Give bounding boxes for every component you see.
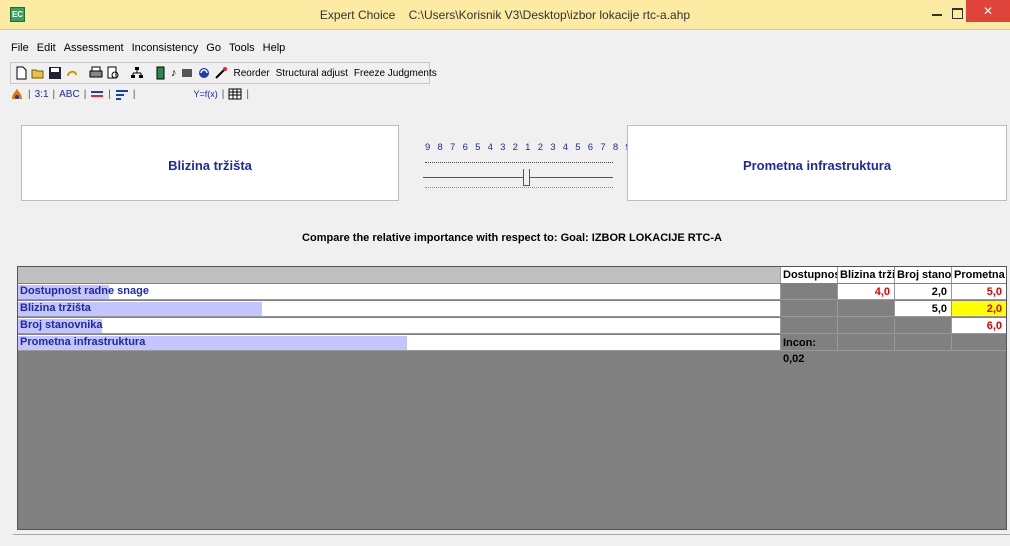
minimize-button[interactable] (930, 6, 944, 20)
file-path: C:\Users\Korisnik V3\Desktop\izbor lokac… (408, 8, 691, 22)
print-icon[interactable] (89, 66, 103, 80)
scale-ticks-top (425, 162, 613, 166)
row-label-text: Prometna infrastruktura (20, 336, 146, 348)
right-element-box[interactable]: Prometna infrastruktura (627, 125, 1007, 201)
matrix-cell (837, 301, 894, 317)
column-header[interactable]: Blizina trži (837, 267, 894, 283)
row-label[interactable]: Blizina tržišta (18, 301, 780, 317)
numerical-mode-button[interactable]: 3:1 (35, 89, 49, 100)
open-folder-icon[interactable] (31, 66, 45, 80)
status-bar (13, 534, 1010, 546)
toolbar-separator: | (132, 88, 136, 100)
right-element-label: Prometna infrastruktura (742, 158, 892, 173)
matrix-cell (951, 335, 1006, 351)
toolbar-separator: | (221, 88, 225, 100)
toolbar-separator: | (83, 88, 87, 100)
questionnaire-mode-icon[interactable] (115, 87, 129, 101)
matrix-cell (780, 284, 837, 300)
row-label-text: Dostupnost radne snage (20, 285, 149, 297)
comparison-scale[interactable]: 9 8 7 6 5 4 3 2 1 2 3 4 5 6 7 8 9 (405, 125, 631, 201)
left-element-label: Blizina tržišta (168, 158, 252, 173)
formula-mode-button[interactable]: Y=f(x) (194, 89, 218, 99)
sync-icon[interactable] (197, 66, 211, 80)
hierarchy-icon[interactable] (130, 66, 144, 80)
undo-icon[interactable] (65, 66, 79, 80)
note-icon[interactable]: ♪ (171, 66, 177, 80)
formula-mode-label: Y=f(x) (193, 89, 218, 99)
toolbar-separator: | (52, 88, 56, 100)
row-label[interactable]: Prometna infrastruktura (18, 335, 780, 351)
menu-file[interactable]: File (10, 42, 30, 58)
matrix-cell-selected[interactable]: 2,0 (951, 301, 1006, 317)
data-grid-icon[interactable] (154, 66, 168, 80)
graphical-mode-icon[interactable] (90, 87, 104, 101)
inconsistency-ratio: Incon: 0,02 (780, 335, 837, 365)
column-header[interactable]: Broj stanov (894, 267, 951, 283)
menu-go[interactable]: Go (205, 42, 222, 58)
matrix-cell[interactable]: 2,0 (894, 284, 951, 300)
app-name: Expert Choice (319, 8, 396, 22)
matrix-header: Dostupnos Blizina trži Broj stanov Prome… (18, 267, 1006, 283)
menu-bar: File Edit Assessment Inconsistency Go To… (10, 42, 286, 58)
toolbar-separator: | (246, 88, 249, 100)
close-button[interactable]: ✕ (966, 0, 1010, 22)
save-icon[interactable] (48, 66, 62, 80)
scale-track (423, 177, 613, 178)
magic-wand-icon[interactable] (214, 66, 228, 80)
matrix-row: Blizina tržišta 5,0 2,0 (18, 301, 1006, 317)
main-toolbar: ♪ Reorder Structural adjust Freeze Judgm… (10, 62, 437, 84)
row-label-text: Broj stanovnika (20, 319, 103, 331)
column-header[interactable]: Dostupnos (780, 267, 837, 283)
matrix-cell (894, 318, 951, 334)
table-icon[interactable] (228, 87, 242, 101)
freeze-judgments-button[interactable]: Freeze Judgments (354, 68, 437, 79)
matrix-row: Dostupnost radne snage 4,0 2,0 5,0 (18, 284, 1006, 300)
reorder-button[interactable]: Reorder (234, 68, 270, 79)
row-label[interactable]: Broj stanovnika (18, 318, 780, 334)
matrix-cell (894, 335, 951, 351)
scale-numbers: 9 8 7 6 5 4 3 2 1 2 3 4 5 6 7 8 9 (425, 142, 633, 153)
matrix-cell[interactable]: 4,0 (837, 284, 894, 300)
matrix-cell (837, 335, 894, 351)
verbal-mode-button[interactable]: ABC (59, 89, 80, 100)
row-label-text: Blizina tržišta (20, 302, 91, 314)
mode-toolbar: | 3:1 | ABC | | | Y=f(x) | | (10, 85, 310, 103)
print-preview-icon[interactable] (106, 66, 120, 80)
matrix-row: Prometna infrastruktura Incon: 0,02 (18, 335, 1006, 365)
row-label[interactable]: Dostupnost radne snage (18, 284, 780, 300)
numerical-mode-label: 3:1 (34, 88, 49, 100)
toolbar-separator: | (108, 88, 111, 100)
matrix-cell (780, 301, 837, 317)
comparison-matrix: Dostupnos Blizina trži Broj stanov Prome… (17, 266, 1007, 530)
scale-slider-thumb[interactable] (523, 169, 530, 186)
matrix-cell[interactable]: 5,0 (951, 284, 1006, 300)
structural-adjust-button[interactable]: Structural adjust (276, 68, 348, 79)
menu-assessment[interactable]: Assessment (63, 42, 125, 58)
pairwise-comparison-panel: Blizina tržišta 9 8 7 6 5 4 3 2 1 2 3 4 … (13, 120, 1007, 212)
column-header[interactable]: Prometna i (951, 267, 1006, 283)
square-icon[interactable] (180, 66, 194, 80)
verbal-mode-label: ABC (59, 88, 80, 100)
scale-ticks-bottom (425, 187, 613, 191)
menu-edit[interactable]: Edit (36, 42, 57, 58)
toolbar-separator: | (28, 88, 31, 100)
comparison-question: Compare the relative importance with res… (302, 232, 722, 244)
menu-tools[interactable]: Tools (228, 42, 256, 58)
matrix-cell[interactable]: 6,0 (951, 318, 1006, 334)
new-file-icon[interactable] (14, 66, 28, 80)
matrix-cell (837, 318, 894, 334)
matrix-row: Broj stanovnika 6,0 (18, 318, 1006, 334)
matrix-cell (780, 318, 837, 334)
menu-help[interactable]: Help (262, 42, 287, 58)
menu-inconsistency[interactable]: Inconsistency (131, 42, 200, 58)
maximize-button[interactable] (950, 6, 964, 20)
matrix-cell[interactable]: 5,0 (894, 301, 951, 317)
title-bar: EC Expert Choice C:\Users\Korisnik V3\De… (0, 0, 1010, 30)
priorities-icon[interactable] (10, 87, 24, 101)
window-title: Expert Choice C:\Users\Korisnik V3\Deskt… (0, 8, 1010, 22)
left-element-box[interactable]: Blizina tržišta (21, 125, 399, 201)
